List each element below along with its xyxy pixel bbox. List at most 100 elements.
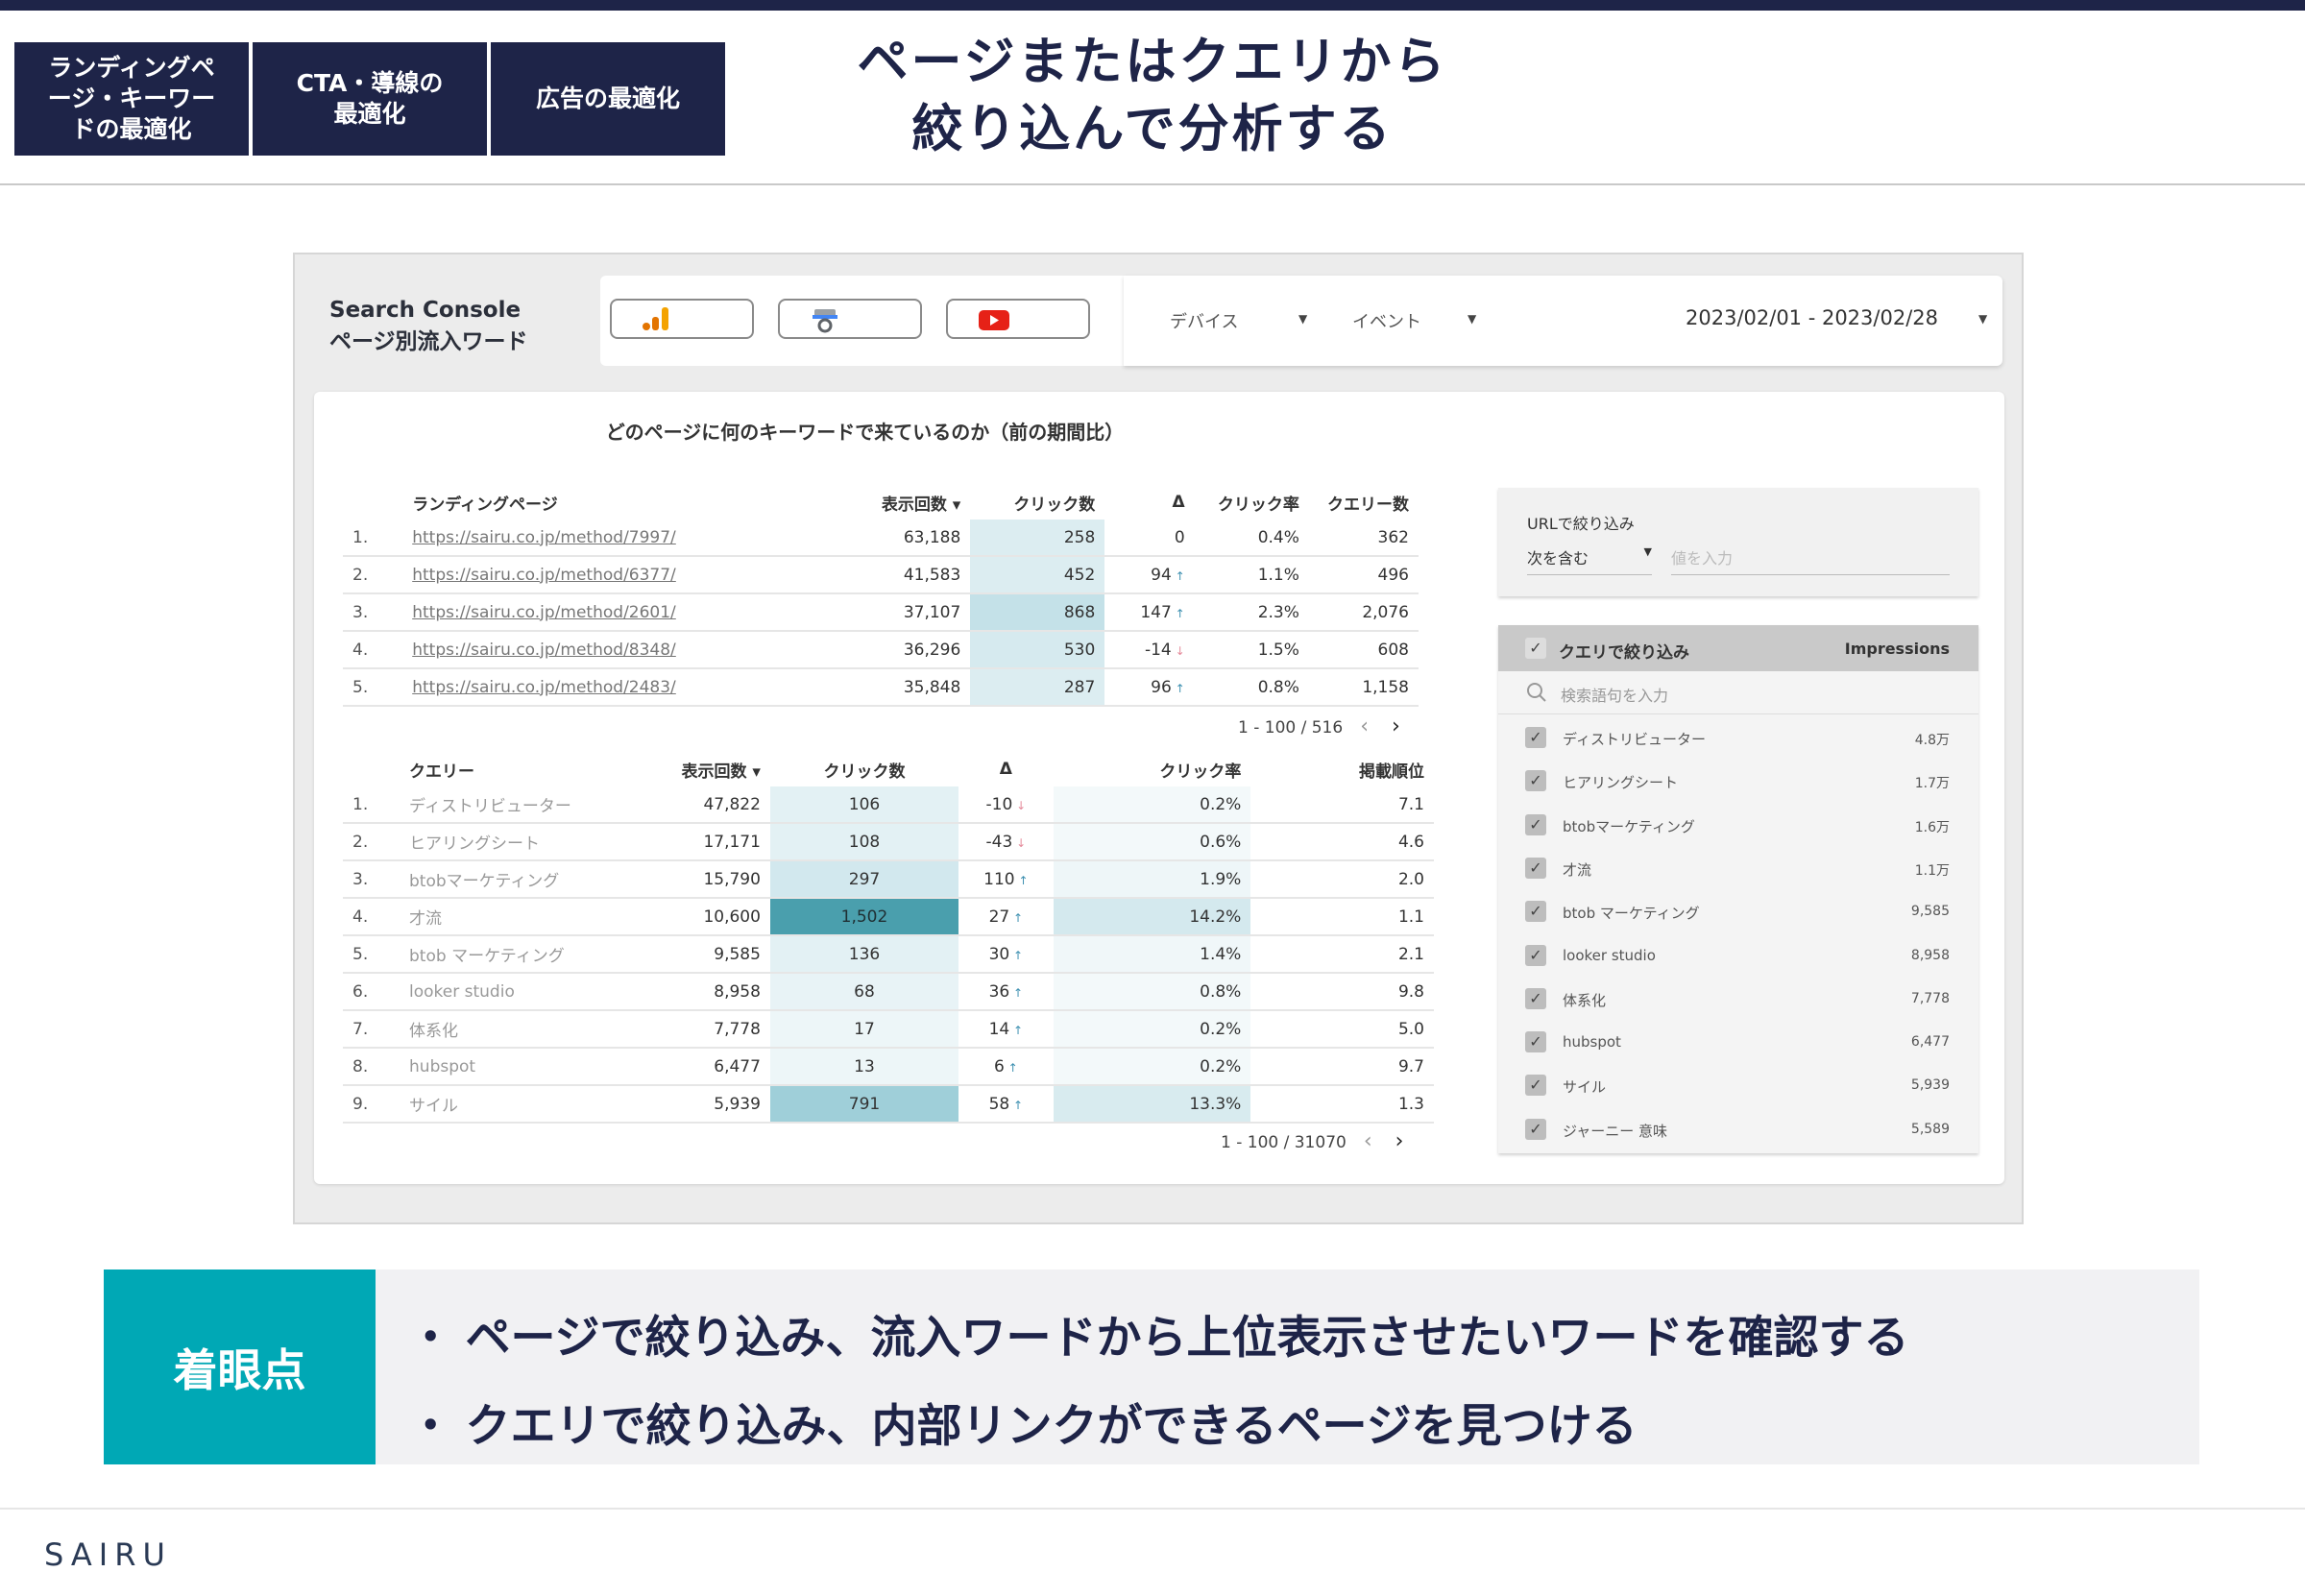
col-q-clicks[interactable]: クリック数 — [770, 752, 958, 786]
col-landing-page[interactable]: ランディングページ — [402, 485, 851, 520]
clicks-cell: 68 — [769, 973, 959, 1011]
arrow-down-icon: ↓ — [1012, 798, 1027, 812]
table-row[interactable]: 2. https://sairu.co.jp/method/6377/41,583… — [343, 556, 1419, 594]
query-checkbox[interactable]: ✓ — [1525, 987, 1546, 1009]
query-filter-item[interactable]: ✓ btob マーケティング 9,585 — [1498, 891, 1978, 934]
url-value-input[interactable]: 値を入力 — [1671, 545, 1950, 575]
query-filter-item[interactable]: ✓ ディストリビューター 4.8万 — [1498, 717, 1978, 761]
query-filter-item[interactable]: ✓ 体系化 7,778 — [1498, 979, 1978, 1022]
tab-ads[interactable]: 広告の最適化 — [491, 42, 725, 156]
top-accent-bar — [0, 0, 2305, 11]
event-caret-icon[interactable]: ▼ — [1468, 312, 1476, 326]
col-delta[interactable]: Δ — [1104, 485, 1194, 520]
col-impressions[interactable]: 表示回数 ▾ — [851, 485, 970, 520]
event-filter[interactable]: イベント — [1352, 308, 1421, 333]
tab-landing-page[interactable]: ランディングペ ージ・キーワー ドの最適化 — [14, 42, 249, 156]
delta-cell: -43 ↓ — [958, 823, 1054, 861]
col-q-impressions[interactable]: 表示回数 ▾ — [656, 752, 770, 786]
landing-page-link[interactable]: https://sairu.co.jp/method/6377/ — [402, 556, 851, 594]
query-checkbox[interactable]: ✓ — [1525, 727, 1546, 748]
table-row[interactable]: 3. btobマーケティング 15,790 297 110 ↑ 1.9% 2.0 — [343, 860, 1434, 899]
query-filter-item[interactable]: ✓ サイル 5,939 — [1498, 1065, 1978, 1108]
query-checkbox[interactable]: ✓ — [1525, 901, 1546, 923]
next-page-icon[interactable]: › — [1392, 714, 1400, 738]
landing-page-link[interactable]: https://sairu.co.jp/method/2483/ — [402, 668, 851, 707]
delta-cell: 36 ↑ — [958, 973, 1054, 1011]
query-filter-item[interactable]: ✓ 才流 1.1万 — [1498, 848, 1978, 891]
query-filter-item[interactable]: ✓ ジャーニー 意味 5,589 — [1498, 1109, 1978, 1152]
query-filter-item[interactable]: ✓ btobマーケティング 1.6万 — [1498, 805, 1978, 848]
panel-title: どのページに何のキーワードで来ているのか（前の期間比） — [605, 421, 1125, 444]
query-checkbox[interactable]: ✓ — [1525, 1031, 1546, 1053]
table-row[interactable]: 5. btob マーケティング 9,585 136 30 ↑ 1.4% 2.1 — [343, 935, 1434, 974]
youtube-button[interactable] — [946, 299, 1090, 339]
query-checkbox[interactable]: ✓ — [1525, 1075, 1546, 1097]
query-checkbox[interactable]: ✓ — [1525, 857, 1546, 879]
table-row[interactable]: 4. 才流 10,600 1,502 27 ↑ 14.2% 1.1 — [343, 898, 1434, 936]
query-impressions: 6,477 — [1910, 1034, 1950, 1051]
operator-caret-icon[interactable]: ▼ — [1644, 545, 1652, 558]
table-row[interactable]: 3. https://sairu.co.jp/method/2601/37,107… — [343, 593, 1419, 632]
tab-cta[interactable]: CTA・導線の 最適化 — [253, 42, 487, 156]
next-page-icon[interactable]: › — [1395, 1129, 1404, 1153]
query-table: クエリー 表示回数 ▾ クリック数 Δ クリック率 掲載順位 1. ディストリビュ… — [343, 752, 1434, 1124]
query-checkbox[interactable]: ✓ — [1525, 813, 1546, 835]
query-checkbox[interactable]: ✓ — [1525, 944, 1546, 966]
query-name: 才流 — [1563, 860, 1592, 879]
query-pager: 1 - 100 / 31070 ‹ › — [1221, 1129, 1403, 1153]
select-all-checkbox[interactable]: ✓ — [1525, 638, 1546, 659]
query-search-field[interactable]: 検索語句を入力 — [1498, 671, 1978, 714]
query-checkbox[interactable]: ✓ — [1525, 770, 1546, 792]
delta-cell: 96 ↑ — [1104, 668, 1195, 707]
ctr-cell: 14.2% — [1053, 898, 1251, 936]
table-row[interactable]: 1. ディストリビューター 47,822 106 -10 ↓ 0.2% 7.1 — [343, 786, 1434, 824]
landing-page-link[interactable]: https://sairu.co.jp/method/8348/ — [402, 631, 851, 669]
table-row[interactable]: 4. https://sairu.co.jp/method/8348/36,296… — [343, 631, 1419, 669]
analytics-button[interactable] — [610, 299, 754, 339]
clicks-cell: 258 — [970, 520, 1105, 557]
query-impressions: 7,778 — [1910, 990, 1950, 1006]
col-clicks[interactable]: クリック数 — [970, 485, 1104, 520]
table-row[interactable]: 6. looker studio 8,958 68 36 ↑ 0.8% 9.8 — [343, 973, 1434, 1011]
clicks-cell: 868 — [970, 593, 1105, 632]
date-range-picker[interactable]: 2023/02/01 - 2023/02/28 — [1686, 306, 1938, 329]
device-caret-icon[interactable]: ▼ — [1298, 312, 1307, 326]
query-filter-item[interactable]: ✓ ヒアリングシート 1.7万 — [1498, 761, 1978, 804]
delta-value: 0 — [1174, 527, 1185, 547]
table-row[interactable]: 1. https://sairu.co.jp/method/7997/63,188… — [343, 520, 1419, 557]
table-row[interactable]: 5. https://sairu.co.jp/method/2483/35,848… — [343, 668, 1419, 707]
col-query[interactable]: クエリー — [400, 752, 656, 786]
table-row[interactable]: 9. サイル 5,939 791 58 ↑ 13.3% 1.3 — [343, 1085, 1434, 1124]
landing-page-link[interactable]: https://sairu.co.jp/method/7997/ — [402, 520, 851, 557]
search-console-button[interactable] — [778, 299, 922, 339]
prev-page-icon[interactable]: ‹ — [1360, 714, 1369, 738]
row-number: 2. — [343, 556, 403, 594]
query-filter-item[interactable]: ✓ hubspot 6,477 — [1498, 1022, 1978, 1065]
col-q-delta[interactable]: Δ — [958, 752, 1054, 786]
footer-divider — [0, 1508, 2305, 1510]
clicks-cell: 1,502 — [769, 898, 959, 936]
delta-cell: -10 ↓ — [958, 786, 1054, 824]
col-position[interactable]: 掲載順位 — [1250, 752, 1434, 786]
table-row[interactable]: 2. ヒアリングシート 17,171 108 -43 ↓ 0.6% 4.6 — [343, 823, 1434, 861]
impressions-cell: 47,822 — [655, 786, 770, 824]
match-operator-select[interactable]: 次を含む ▼ — [1527, 545, 1652, 575]
col-ctr[interactable]: クリック率 — [1195, 485, 1309, 520]
query-name: ジャーニー 意味 — [1563, 1122, 1668, 1140]
col-queries[interactable]: クエリー数 — [1309, 485, 1419, 520]
landing-page-link[interactable]: https://sairu.co.jp/method/2601/ — [402, 593, 851, 632]
query-checkbox[interactable]: ✓ — [1525, 1118, 1546, 1140]
query-filter-item[interactable]: ✓ looker studio 8,958 — [1498, 935, 1978, 979]
table-row[interactable]: 7. 体系化 7,778 17 14 ↑ 0.2% 5.0 — [343, 1010, 1434, 1049]
col-q-ctr[interactable]: クリック率 — [1054, 752, 1251, 786]
date-caret-icon[interactable]: ▼ — [1978, 312, 1987, 326]
arrow-up-icon: ↑ — [1004, 1060, 1018, 1075]
query-name: サイル — [1563, 1078, 1607, 1097]
arrow-down-icon: ↓ — [1171, 643, 1185, 658]
key-points-list: ページで絞り込み、流入ワードから上位表示させたいワードを確認する クエリで絞り込… — [421, 1296, 1908, 1473]
device-filter[interactable]: デバイス — [1170, 308, 1238, 333]
prev-page-icon[interactable]: ‹ — [1364, 1129, 1372, 1153]
clicks-cell: 791 — [769, 1085, 959, 1124]
table-row[interactable]: 8. hubspot 6,477 13 6 ↑ 0.2% 9.7 — [343, 1048, 1434, 1086]
delta-value: 96 — [1151, 677, 1172, 697]
